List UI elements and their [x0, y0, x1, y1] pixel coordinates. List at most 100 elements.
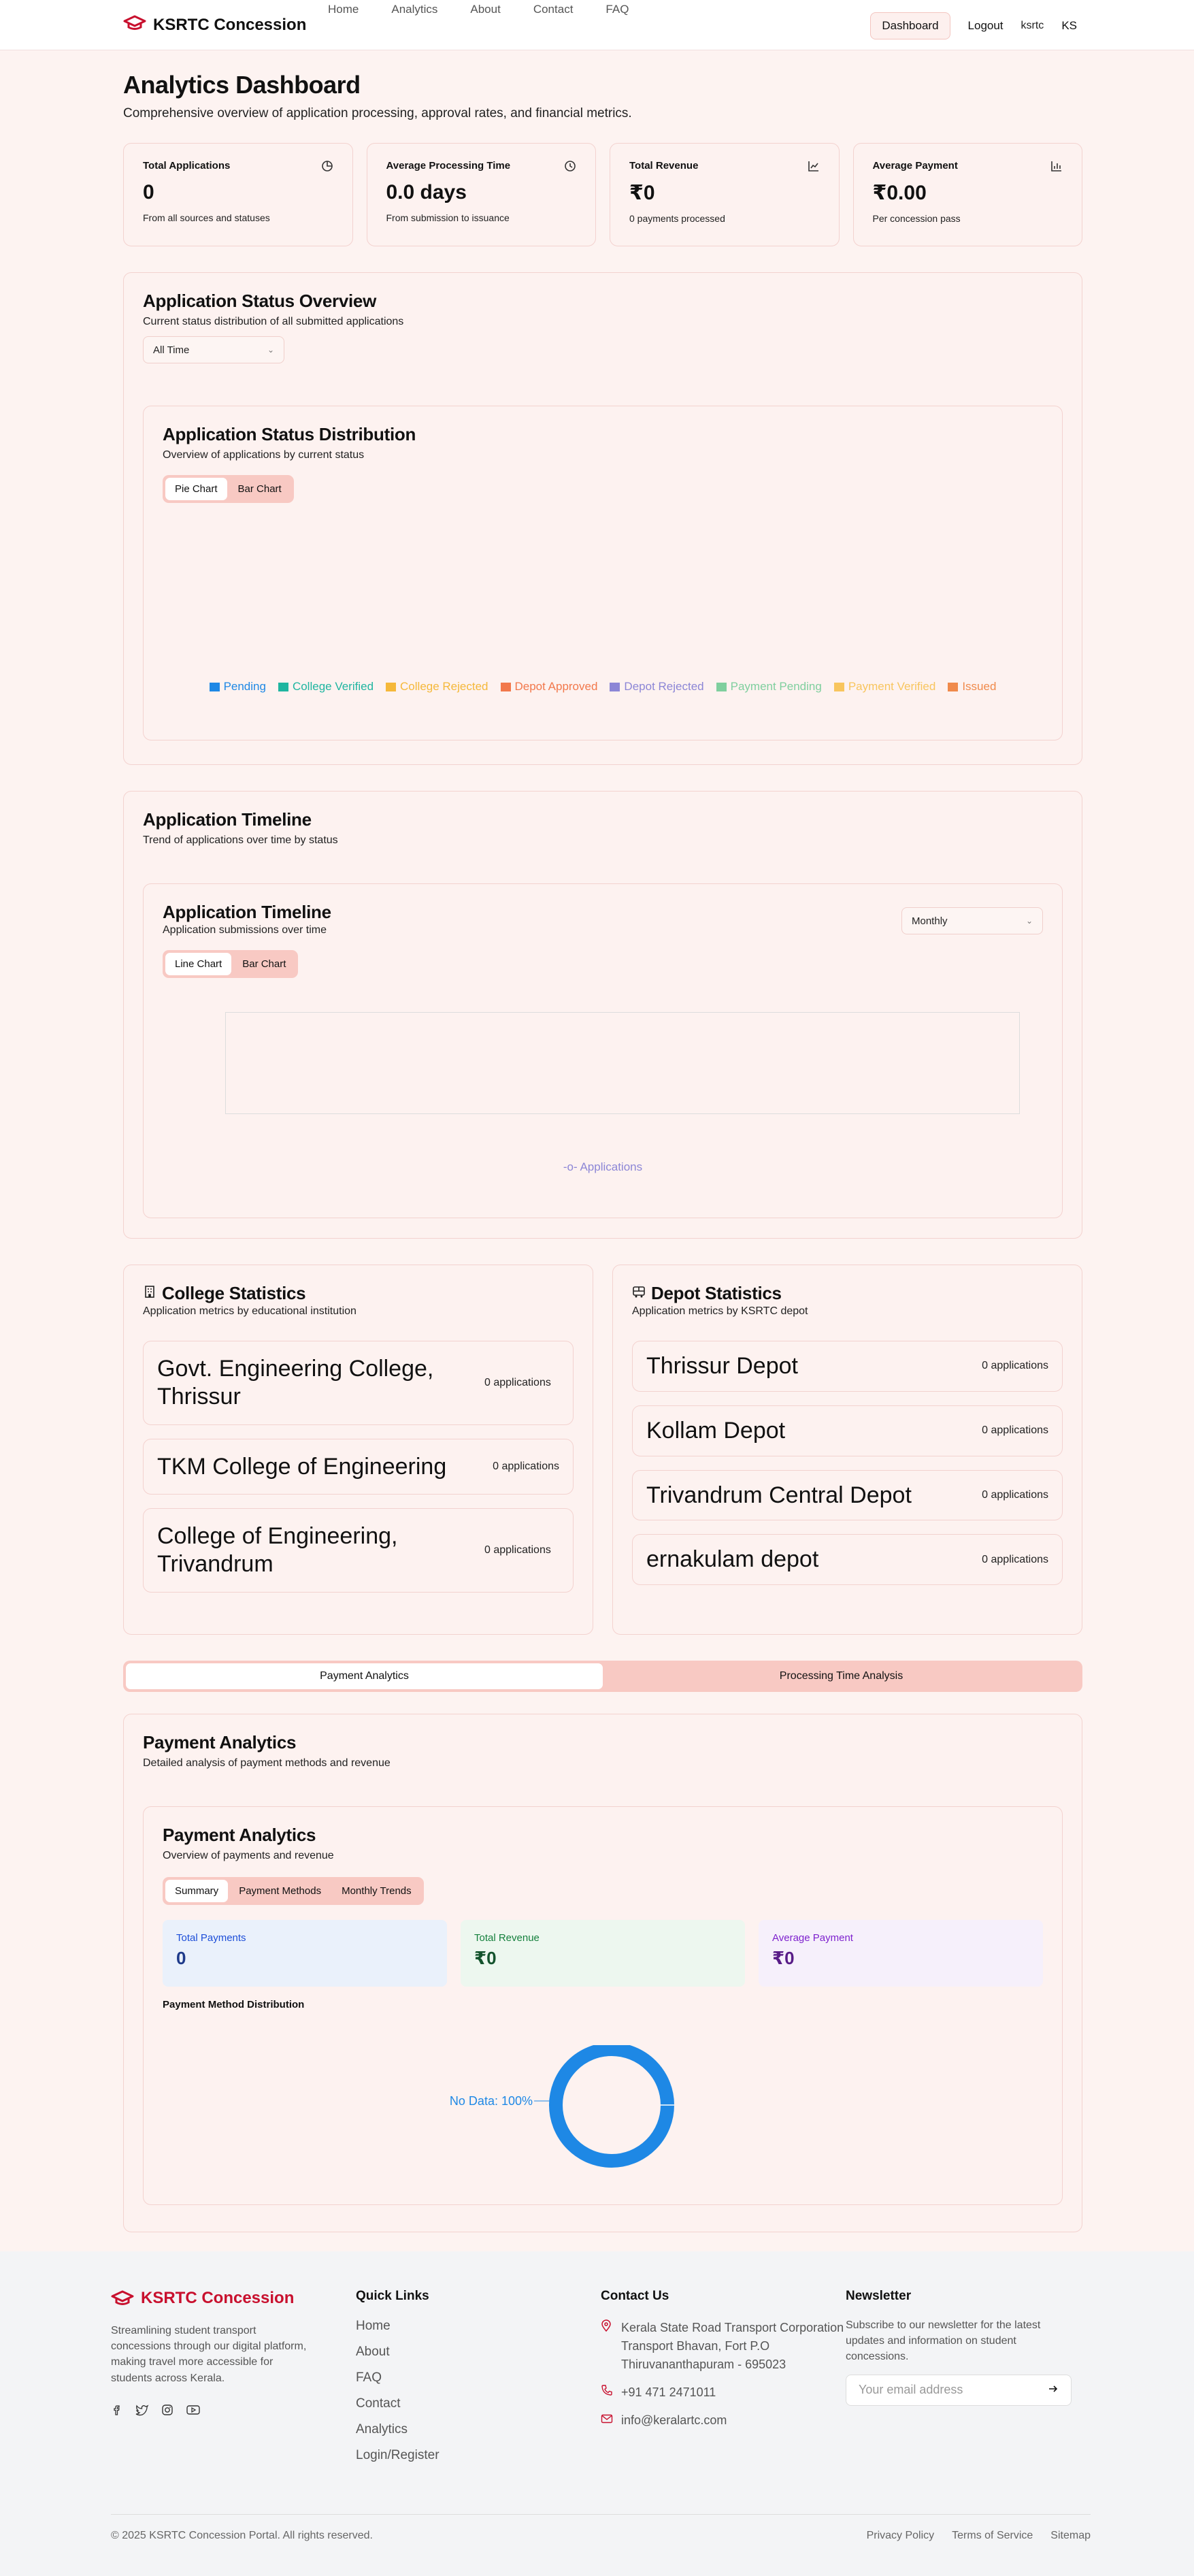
- nav-link-about[interactable]: About: [470, 3, 500, 16]
- line-chart-tab[interactable]: Line Chart: [165, 953, 232, 975]
- panel-subtitle: Application metrics by KSRTC depot: [632, 1305, 808, 1317]
- contact-email[interactable]: info@keralartc.com: [601, 2411, 846, 2430]
- footer-link-login[interactable]: Login/Register: [356, 2448, 601, 2463]
- tab-payment-analytics[interactable]: Payment Analytics: [126, 1663, 603, 1689]
- tab-summary[interactable]: Summary: [165, 1880, 229, 1902]
- nav-link-analytics[interactable]: Analytics: [391, 3, 437, 16]
- newsletter-col: Newsletter Subscribe to our newsletter f…: [846, 2289, 1091, 2463]
- legend-item[interactable]: Depot Approved: [500, 680, 597, 694]
- legend-item[interactable]: Payment Verified: [833, 680, 936, 694]
- footer-brand[interactable]: KSRTC Concession: [111, 2289, 356, 2308]
- pie-chart-icon: [321, 160, 333, 176]
- stat-card-average-payment: Average Payment ₹0.00 Per concession pas…: [852, 143, 1082, 246]
- youtube-icon[interactable]: [186, 2404, 201, 2419]
- college-count: 0 applications: [484, 1544, 551, 1556]
- legend-label: Payment Verified: [848, 680, 936, 693]
- terms-link[interactable]: Terms of Service: [952, 2530, 1033, 2542]
- bar-chart-tab[interactable]: Bar Chart: [233, 953, 295, 975]
- footer-link-faq[interactable]: FAQ: [356, 2370, 601, 2385]
- nav-link-contact[interactable]: Contact: [533, 3, 574, 16]
- page-header: Analytics Dashboard Comprehensive overvi…: [123, 50, 1082, 121]
- list-item[interactable]: Trivandrum Central Depot 0 applications: [632, 1469, 1063, 1521]
- chart-title: Application Status Distribution: [163, 424, 416, 444]
- kpi-value: ₹0: [474, 1948, 497, 1968]
- footer-link-analytics[interactable]: Analytics: [356, 2422, 601, 2437]
- footer-link-contact[interactable]: Contact: [356, 2396, 601, 2411]
- legend-item[interactable]: Pending: [209, 680, 266, 694]
- nav-link-faq[interactable]: FAQ: [606, 3, 629, 16]
- timeline-plot-area: [225, 1012, 1020, 1114]
- arrow-right-icon[interactable]: [1048, 2383, 1059, 2397]
- pie-chart-tab[interactable]: Pie Chart: [165, 478, 227, 500]
- tab-processing-time[interactable]: Processing Time Analysis: [603, 1663, 1080, 1689]
- contact-col: Contact Us Kerala State Road Transport C…: [601, 2289, 846, 2463]
- list-item[interactable]: Govt. Engineering College, Thrissur 0 ap…: [143, 1341, 574, 1425]
- panel-title: College Statistics: [162, 1283, 306, 1303]
- legal-links: Privacy Policy Terms of Service Sitemap: [867, 2530, 1091, 2542]
- card-subtitle: Overview of payments and revenue: [163, 1850, 334, 1861]
- phone-icon: [601, 2383, 613, 2402]
- panel-subtitle: Current status distribution of all submi…: [143, 316, 404, 327]
- legend-item[interactable]: Issued: [948, 680, 996, 694]
- tab-payment-methods[interactable]: Payment Methods: [229, 1880, 331, 1902]
- newsletter-title: Newsletter: [846, 2289, 912, 2303]
- tab-monthly-trends[interactable]: Monthly Trends: [332, 1880, 421, 1902]
- donut-slice-no-data[interactable]: [549, 2045, 674, 2168]
- timeline-legend[interactable]: -o- Applications: [144, 1160, 1062, 1174]
- legend-line-icon: -o-: [563, 1160, 578, 1173]
- depot-head: Depot Statistics: [632, 1283, 1063, 1304]
- instagram-icon[interactable]: [161, 2404, 173, 2419]
- footer-link-about[interactable]: About: [356, 2345, 601, 2360]
- chart-type-toggle: Pie Chart Bar Chart: [163, 475, 294, 503]
- college-name: College of Engineering, Trivandrum: [157, 1523, 398, 1578]
- newsletter-placeholder: Your email address: [859, 2383, 963, 2397]
- list-item[interactable]: College of Engineering, Trivandrum 0 app…: [143, 1508, 574, 1593]
- chart-type-toggle: Line Chart Bar Chart: [163, 950, 299, 978]
- payment-analytics-panel: Payment Analytics Detailed analysis of p…: [123, 1714, 1082, 2232]
- avatar[interactable]: KS: [1061, 19, 1077, 33]
- payment-view-toggle: Summary Payment Methods Monthly Trends: [163, 1877, 424, 1905]
- kpi-total-payments: Total Payments 0: [163, 1920, 447, 1987]
- stat-desc: Per concession pass: [872, 213, 961, 224]
- depot-count: 0 applications: [982, 1360, 1048, 1372]
- facebook-icon[interactable]: [111, 2404, 123, 2419]
- quick-links: Home About FAQ Contact Analytics Login/R…: [356, 2319, 601, 2463]
- footer-brand-name: KSRTC Concession: [141, 2289, 295, 2307]
- kpi-label: Total Revenue: [474, 1932, 540, 1944]
- card-title: Payment Analytics: [163, 1825, 316, 1845]
- stat-card-total-revenue: Total Revenue ₹0 0 payments processed: [610, 143, 840, 246]
- list-item[interactable]: Thrissur Depot 0 applications: [632, 1341, 1063, 1392]
- nav-link-home[interactable]: Home: [328, 3, 359, 16]
- college-count: 0 applications: [484, 1376, 551, 1388]
- email-address: info@keralartc.com: [621, 2413, 727, 2427]
- footer-description: Streamlining student transport concessio…: [111, 2325, 307, 2384]
- stats-split: College Statistics Application metrics b…: [123, 1265, 1082, 1635]
- dashboard-button[interactable]: Dashboard: [870, 12, 950, 39]
- list-item[interactable]: TKM College of Engineering 0 application…: [143, 1438, 574, 1495]
- privacy-policy-link[interactable]: Privacy Policy: [867, 2530, 935, 2542]
- legend-item[interactable]: Payment Pending: [716, 680, 822, 694]
- newsletter-email-input[interactable]: Your email address: [846, 2374, 1072, 2406]
- sitemap-link[interactable]: Sitemap: [1050, 2530, 1091, 2542]
- bar-chart-tab[interactable]: Bar Chart: [229, 478, 291, 500]
- panel-title: Depot Statistics: [651, 1283, 782, 1303]
- brand-logo-link[interactable]: KSRTC Concession: [123, 15, 306, 35]
- legend-item[interactable]: College Verified: [278, 680, 374, 694]
- twitter-icon[interactable]: [135, 2404, 149, 2419]
- logout-button[interactable]: Logout: [968, 19, 1004, 33]
- contact-phone[interactable]: +91 471 2471011: [601, 2383, 846, 2402]
- building-icon: [143, 1285, 156, 1302]
- kpi-value: ₹0: [772, 1948, 795, 1968]
- list-item[interactable]: Kollam Depot 0 applications: [632, 1405, 1063, 1456]
- analysis-tabs: Payment Analytics Processing Time Analys…: [123, 1661, 1082, 1692]
- time-range-select[interactable]: All Time ⌄: [143, 336, 284, 363]
- footer-link-home[interactable]: Home: [356, 2319, 601, 2334]
- legend-label: College Rejected: [400, 680, 488, 693]
- legend-item[interactable]: College Rejected: [386, 680, 488, 694]
- panel-title: Payment Analytics: [143, 1732, 297, 1752]
- list-item[interactable]: ernakulam depot 0 applications: [632, 1534, 1063, 1586]
- newsletter-description: Subscribe to our newsletter for the late…: [846, 2319, 1041, 2363]
- period-select[interactable]: Monthly ⌄: [901, 907, 1043, 934]
- legend-item[interactable]: Depot Rejected: [610, 680, 704, 694]
- line-chart-icon: [808, 160, 820, 176]
